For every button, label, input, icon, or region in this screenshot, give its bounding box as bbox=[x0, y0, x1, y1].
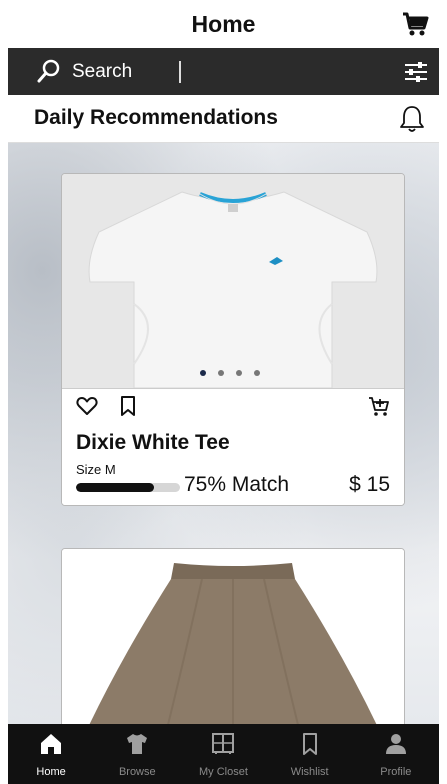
match-progress-bar bbox=[76, 483, 180, 492]
product-price: $ 15 bbox=[349, 473, 390, 496]
shirt-icon bbox=[127, 734, 148, 754]
page-title: Home bbox=[191, 10, 256, 37]
product-card[interactable] bbox=[61, 548, 405, 724]
nav-label-profile: Profile bbox=[380, 766, 412, 778]
pager-dot[interactable] bbox=[218, 370, 224, 376]
image-pager-dots[interactable] bbox=[200, 370, 260, 376]
nav-label-home: Home bbox=[36, 766, 66, 778]
recommendation-feed[interactable]: Dixie White Tee Size M 75% Match $ 15 bbox=[8, 143, 439, 724]
nav-item-browse[interactable]: Browse bbox=[102, 724, 172, 784]
text-cursor bbox=[179, 61, 181, 83]
bell-icon[interactable] bbox=[397, 104, 427, 134]
section-title: Daily Recommendations bbox=[34, 106, 278, 129]
product-size: Size M bbox=[76, 462, 116, 477]
top-header: Home bbox=[8, 0, 439, 48]
match-percentage: 75% Match bbox=[184, 473, 290, 496]
heart-icon[interactable] bbox=[76, 395, 98, 417]
nav-label-wishlist: Wishlist bbox=[290, 766, 329, 778]
match-progress-fill bbox=[76, 483, 154, 492]
nav-item-home[interactable]: Home bbox=[16, 724, 86, 784]
search-bar[interactable]: Search bbox=[8, 48, 439, 95]
recommendations-bar: Daily Recommendations bbox=[8, 95, 439, 143]
search-icon[interactable] bbox=[36, 58, 62, 84]
closet-icon bbox=[212, 733, 235, 754]
nav-label-browse: Browse bbox=[118, 766, 156, 778]
pager-dot[interactable] bbox=[254, 370, 260, 376]
pager-dot[interactable] bbox=[200, 370, 206, 376]
person-icon bbox=[385, 734, 406, 754]
nav-item-wishlist[interactable]: Wishlist bbox=[275, 724, 345, 784]
search-input[interactable]: Search bbox=[72, 61, 132, 83]
bookmark-icon bbox=[302, 733, 317, 755]
nav-item-profile[interactable]: Profile bbox=[361, 724, 431, 784]
filter-sliders-icon[interactable] bbox=[403, 59, 429, 85]
bookmark-icon[interactable] bbox=[118, 395, 138, 417]
product-card[interactable]: Dixie White Tee Size M 75% Match $ 15 bbox=[61, 173, 405, 506]
product-name[interactable]: Dixie White Tee bbox=[76, 431, 230, 455]
home-icon bbox=[41, 734, 62, 754]
cart-icon[interactable] bbox=[401, 10, 429, 38]
product-image-skirt[interactable] bbox=[62, 549, 404, 724]
nav-item-my-closet[interactable]: My Closet bbox=[188, 724, 258, 784]
nav-label-my-closet: My Closet bbox=[199, 766, 248, 778]
product-info: Dixie White Tee Size M 75% Match $ 15 bbox=[62, 388, 404, 505]
pager-dot[interactable] bbox=[236, 370, 242, 376]
product-image-tshirt[interactable] bbox=[62, 174, 404, 388]
add-to-cart-icon[interactable] bbox=[368, 395, 390, 417]
bottom-navigation: Home Browse My Closet Wishlist Profile bbox=[8, 724, 439, 784]
